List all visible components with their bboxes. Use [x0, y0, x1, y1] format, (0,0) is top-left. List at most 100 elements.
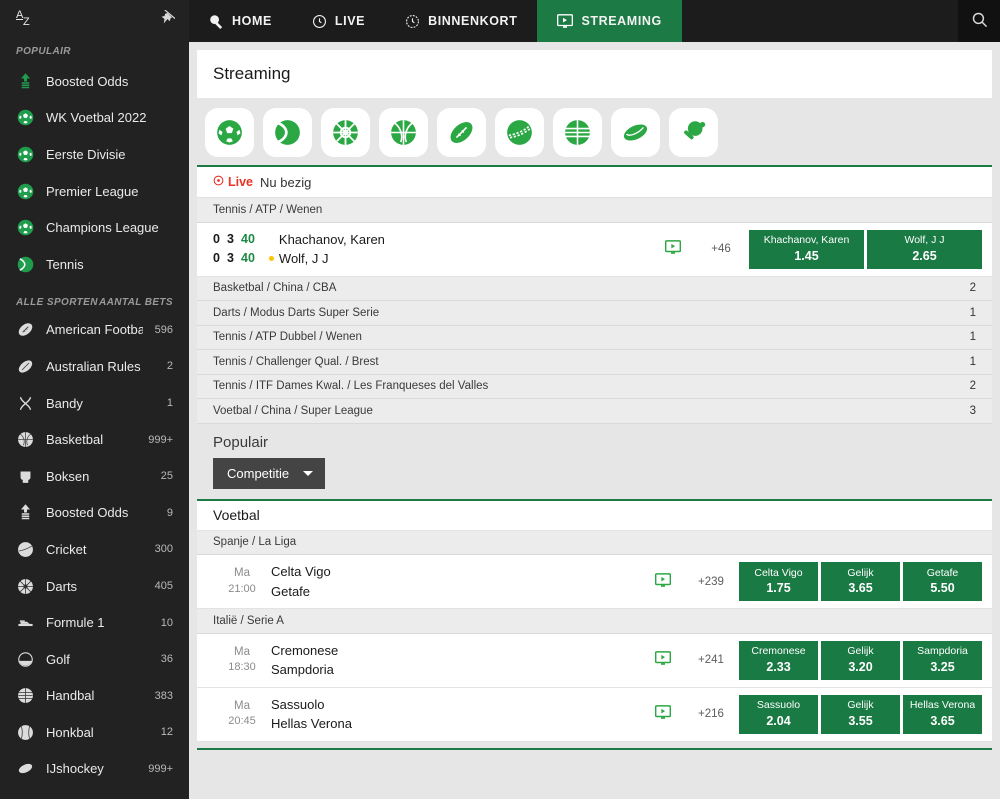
more-markets-link[interactable]: +46	[693, 243, 749, 255]
odd-button-draw[interactable]: Gelijk 3.65	[821, 562, 900, 601]
sidebar-item-champions-league[interactable]: Champions League	[0, 209, 189, 246]
live-competition-row[interactable]: Basketbal / China / CBA 2	[197, 276, 992, 301]
sidebar-popular-label: POPULAIR	[16, 46, 71, 57]
live-competition-header[interactable]: Tennis / ATP / Wenen	[197, 198, 992, 223]
match-teams[interactable]: Celta Vigo Getafe	[271, 562, 643, 601]
sidebar-sport-boosted-odds[interactable]: Boosted Odds 9	[0, 495, 189, 532]
a-z-sort-icon[interactable]: AZ	[16, 8, 38, 30]
australian-rules-icon	[16, 357, 34, 375]
live-label: Live	[228, 175, 254, 189]
more-markets-link[interactable]: +241	[683, 654, 739, 666]
sidebar-sport-ijshockey[interactable]: IJshockey 999+	[0, 751, 189, 788]
tab-binnenkort[interactable]: BINNENKORT	[385, 0, 537, 42]
sidebar-sport-handbal[interactable]: Handbal 383	[0, 678, 189, 715]
sport-chip-basketbal[interactable]	[379, 108, 428, 157]
live-competition-row[interactable]: Tennis / ATP Dubbel / Wenen 1	[197, 325, 992, 350]
sidebar-sport-cricket[interactable]: Cricket 300	[0, 531, 189, 568]
sport-chip-volleybal[interactable]	[553, 108, 602, 157]
bottom-divider	[197, 747, 992, 750]
live-competition-row[interactable]: Tennis / Challenger Qual. / Brest 1	[197, 350, 992, 375]
tab-label: LIVE	[334, 14, 366, 28]
odd-button-draw[interactable]: Gelijk 3.55	[821, 694, 900, 734]
score-points: 40	[241, 232, 255, 247]
stream-monitor-icon	[654, 572, 672, 591]
sport-chip-american-football[interactable]	[437, 108, 486, 157]
stream-button[interactable]	[643, 651, 683, 669]
sidebar-sport-honkbal[interactable]: Honkbal 12	[0, 714, 189, 751]
sidebar-sport-formule-1[interactable]: Formule 1 10	[0, 604, 189, 641]
odd-button-away[interactable]: Wolf, J J 2.65	[867, 229, 982, 269]
odd-button-away[interactable]: Sampdoria 3.25	[903, 640, 982, 680]
sidebar-sport-count: 10	[160, 616, 173, 629]
competition-filter-dropdown[interactable]: Competitie	[213, 457, 326, 489]
serve-indicator-icon	[268, 256, 274, 262]
sidebar-sport-golf[interactable]: Golf 36	[0, 641, 189, 678]
live-section-header: Live Nu bezig	[197, 167, 992, 198]
odd-button-home[interactable]: Cremonese 2.33	[739, 640, 818, 680]
sport-chip-cricket[interactable]	[495, 108, 544, 157]
sport-chip-voetbal[interactable]	[205, 108, 254, 157]
formula1-icon	[16, 614, 34, 632]
sidebar-sport-darts[interactable]: Darts 405	[0, 568, 189, 605]
sidebar-item-tennis[interactable]: Tennis	[0, 246, 189, 283]
upcoming-clock-icon	[405, 14, 420, 29]
tab-streaming[interactable]: STREAMING	[537, 0, 682, 42]
odd-button-away[interactable]: Getafe 5.50	[903, 562, 982, 601]
live-competition-row[interactable]: Tennis / ITF Dames Kwal. / Les Franquese…	[197, 374, 992, 399]
stream-button[interactable]	[643, 572, 683, 591]
odd-button-home[interactable]: Khachanov, Karen 1.45	[749, 229, 864, 269]
sidebar-sport-basketbal[interactable]: Basketbal 999+	[0, 421, 189, 458]
sport-chip-darts[interactable]	[321, 108, 370, 157]
more-markets-link[interactable]: +216	[683, 708, 739, 720]
league-header-la-liga[interactable]: Spanje / La Liga	[197, 530, 992, 555]
sport-chip-tennis[interactable]	[263, 108, 312, 157]
table-tennis-icon	[680, 119, 707, 146]
odd-button-away[interactable]: Hellas Verona 3.65	[903, 694, 982, 734]
odd-button-draw[interactable]: Gelijk 3.20	[821, 640, 900, 680]
sidebar-item-label: Champions League	[46, 220, 159, 236]
league-header-serie-a[interactable]: Italië / Serie A	[197, 609, 992, 634]
sidebar-sport-bandy[interactable]: Bandy 1	[0, 385, 189, 422]
sport-chip-tafeltennis[interactable]	[669, 108, 718, 157]
live-competition-row[interactable]: Voetbal / China / Super League 3	[197, 399, 992, 424]
sidebar-sport-count: 383	[154, 689, 173, 702]
match-teams[interactable]: Cremonese Sampdoria	[271, 641, 643, 680]
cricket-icon	[506, 119, 533, 146]
sidebar-sport-label: Bandy	[46, 395, 83, 411]
match-teams[interactable]: Sassuolo Hellas Verona	[271, 695, 643, 734]
popular-section-heading: Populair	[197, 423, 992, 451]
search-button[interactable]	[958, 0, 1000, 42]
sidebar-item-eerste-divisie[interactable]: Eerste Divisie	[0, 136, 189, 173]
team-home-name: Sassuolo	[271, 696, 325, 712]
football-icon	[16, 219, 34, 237]
sidebar-item-premier-league[interactable]: Premier League	[0, 173, 189, 210]
odd-value: 3.65	[930, 713, 955, 728]
odd-value: 1.45	[794, 248, 819, 263]
tab-live[interactable]: LIVE	[292, 0, 385, 42]
match-teams[interactable]: Khachanov, Karen Wolf, J J	[268, 230, 653, 269]
tab-home[interactable]: HOME	[189, 0, 292, 42]
sidebar-item-wk-voetbal-2022[interactable]: WK Voetbal 2022	[0, 100, 189, 137]
sidebar-sport-boksen[interactable]: Boksen 25	[0, 458, 189, 495]
odd-button-home[interactable]: Celta Vigo 1.75	[739, 562, 818, 601]
sidebar-sport-australian-rules[interactable]: Australian Rules 2	[0, 348, 189, 385]
more-markets-link[interactable]: +239	[683, 576, 739, 588]
odd-selection-name: Gelijk	[847, 566, 874, 579]
sport-chip-ijshockey[interactable]	[611, 108, 660, 157]
sidebar-sport-label: Boksen	[46, 468, 90, 484]
stream-button[interactable]	[643, 705, 683, 723]
odd-selection-name: Hellas Verona	[909, 699, 976, 712]
popular-filter-bar: Competitie	[197, 450, 992, 501]
odd-value: 2.04	[766, 713, 791, 728]
sidebar-sport-count: 1	[166, 397, 173, 410]
live-competition-row[interactable]: Darts / Modus Darts Super Serie 1	[197, 301, 992, 326]
sidebar-sport-label: American Football	[46, 322, 143, 338]
odd-button-home[interactable]: Sassuolo 2.04	[739, 694, 818, 734]
pin-off-icon[interactable]	[157, 10, 175, 28]
team-away-name: Hellas Verona	[271, 716, 352, 731]
football-icon	[16, 182, 34, 200]
stream-button[interactable]	[653, 240, 693, 258]
sidebar-sport-count: 25	[160, 470, 173, 483]
sidebar-item-boosted-odds[interactable]: Boosted Odds	[0, 63, 189, 100]
sidebar-sport-american-football[interactable]: American Football 596	[0, 312, 189, 349]
